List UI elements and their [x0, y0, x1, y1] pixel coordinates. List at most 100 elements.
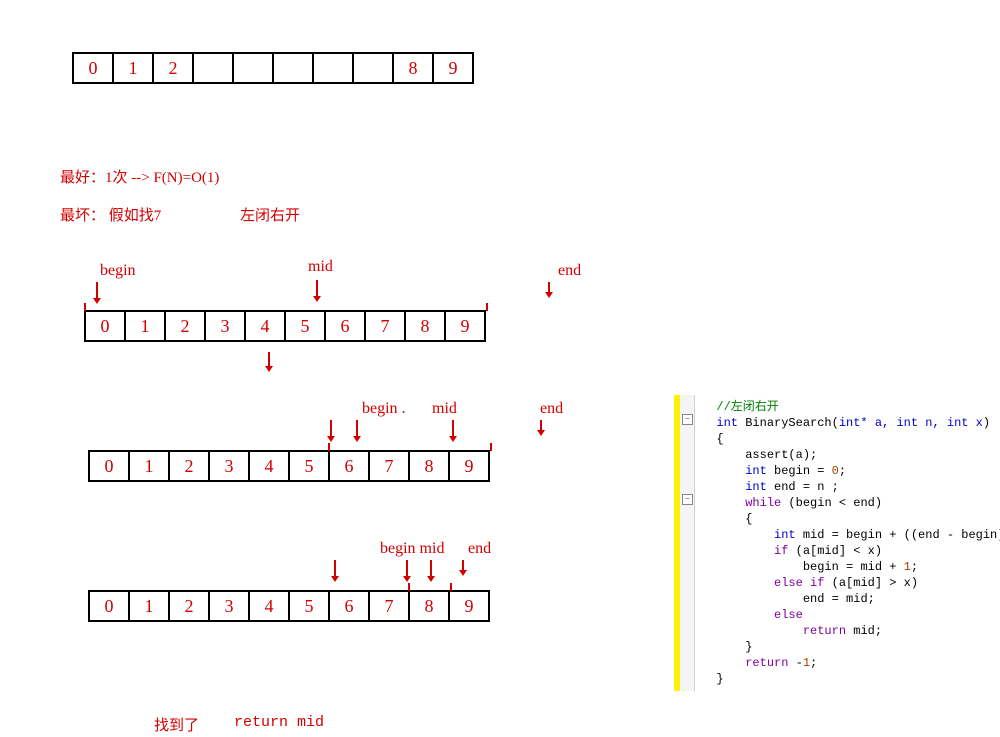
tick-icon	[450, 583, 452, 591]
cell: 0	[88, 450, 130, 482]
arrow-icon	[96, 282, 98, 302]
tick-icon	[328, 443, 330, 451]
arrow-icon	[330, 420, 332, 440]
label-begin: begin	[100, 262, 136, 280]
label-end: end	[558, 262, 581, 280]
label-mid: mid	[308, 258, 333, 276]
cell: 2	[152, 52, 194, 84]
best-case-text: 最好：1次 --> F(N)=O(1)	[60, 166, 219, 187]
label-mid: mid	[432, 400, 457, 418]
code-token: BinarySearch(	[738, 416, 839, 430]
code-token: }	[745, 640, 752, 654]
code-token: else if	[774, 576, 824, 590]
code-token: mid;	[846, 624, 882, 638]
cell: 3	[208, 450, 250, 482]
tick-icon	[84, 303, 86, 311]
cell: 4	[244, 310, 286, 342]
code-token: int	[745, 480, 767, 494]
code-token: }	[716, 672, 723, 686]
cell: 2	[164, 310, 206, 342]
cell: 8	[404, 310, 446, 342]
code-gutter: − −	[680, 395, 695, 691]
arrow-icon	[462, 560, 464, 574]
code-token: {	[745, 512, 752, 526]
cell: 9	[444, 310, 486, 342]
code-token: 1	[904, 560, 911, 574]
cell: 8	[408, 590, 450, 622]
arrow-icon	[268, 352, 270, 370]
cell: 8	[392, 52, 434, 84]
code-token: -	[788, 656, 802, 670]
tick-icon	[490, 443, 492, 451]
code-token: {	[716, 432, 723, 446]
closed-open-label: 左闭右开	[240, 204, 300, 225]
array-step2: 0 1 2 3 4 5 6 7 8 9	[88, 450, 490, 482]
code-token: ;	[839, 464, 846, 478]
cell: 6	[324, 310, 366, 342]
cell: 4	[248, 590, 290, 622]
code-token: return	[803, 624, 846, 638]
code-token: assert(a);	[745, 448, 817, 462]
code-token: end = mid;	[803, 592, 875, 606]
cell: 3	[204, 310, 246, 342]
code-token: (a[mid] < x)	[788, 544, 882, 558]
code-token: if	[774, 544, 788, 558]
cell	[192, 52, 234, 84]
cell	[232, 52, 274, 84]
code-token: (begin < end)	[781, 496, 882, 510]
cell: 3	[208, 590, 250, 622]
arrow-icon	[540, 420, 542, 434]
code-token: int* a, int n, int x	[839, 416, 983, 430]
label-begin-dot: begin .	[362, 400, 406, 418]
code-token: 1	[803, 656, 810, 670]
cell	[272, 52, 314, 84]
arrow-icon	[548, 282, 550, 296]
code-token: int	[716, 416, 738, 430]
array-top: 0 1 2 8 9	[72, 52, 474, 84]
arrow-icon	[356, 420, 358, 440]
arrow-icon	[430, 560, 432, 580]
label-end: end	[468, 540, 491, 558]
arrow-icon	[316, 280, 318, 300]
code-token: ;	[810, 656, 817, 670]
code-panel: − − //左闭右开 int BinarySearch(int* a, int …	[680, 395, 1000, 691]
code-token: else	[774, 608, 803, 622]
cell: 6	[328, 450, 370, 482]
cell: 8	[408, 450, 450, 482]
cell: 1	[128, 590, 170, 622]
code-token: end = n ;	[767, 480, 839, 494]
code-token: )	[983, 416, 990, 430]
cell: 0	[88, 590, 130, 622]
array-step3: 0 1 2 3 4 5 6 7 8 9	[88, 590, 490, 622]
code-token: int	[774, 528, 796, 542]
cell: 5	[288, 450, 330, 482]
code-token: begin = mid +	[803, 560, 904, 574]
cell: 2	[168, 450, 210, 482]
code-block: //左闭右开 int BinarySearch(int* a, int n, i…	[680, 395, 1000, 691]
tick-icon	[486, 303, 488, 311]
cell: 9	[448, 450, 490, 482]
tick-icon	[408, 583, 410, 591]
cell: 7	[368, 450, 410, 482]
code-token: return	[745, 656, 788, 670]
cell: 5	[284, 310, 326, 342]
code-token: begin =	[767, 464, 832, 478]
array-step1: 0 1 2 3 4 5 6 7 8 9	[84, 310, 486, 342]
code-token: int	[745, 464, 767, 478]
cell: 9	[448, 590, 490, 622]
code-token: 0	[832, 464, 839, 478]
cell	[312, 52, 354, 84]
arrow-icon	[406, 560, 408, 580]
arrow-icon	[452, 420, 454, 440]
code-token: mid = begin + ((end - begin) >>	[796, 528, 1000, 542]
cell: 0	[84, 310, 126, 342]
cell: 7	[364, 310, 406, 342]
fold-icon[interactable]: −	[682, 414, 693, 425]
cell: 1	[128, 450, 170, 482]
worst-case-text: 最坏： 假如找7	[60, 204, 161, 225]
cell: 5	[288, 590, 330, 622]
fold-icon[interactable]: −	[682, 494, 693, 505]
code-token: while	[745, 496, 781, 510]
cell: 1	[124, 310, 166, 342]
cell: 6	[328, 590, 370, 622]
